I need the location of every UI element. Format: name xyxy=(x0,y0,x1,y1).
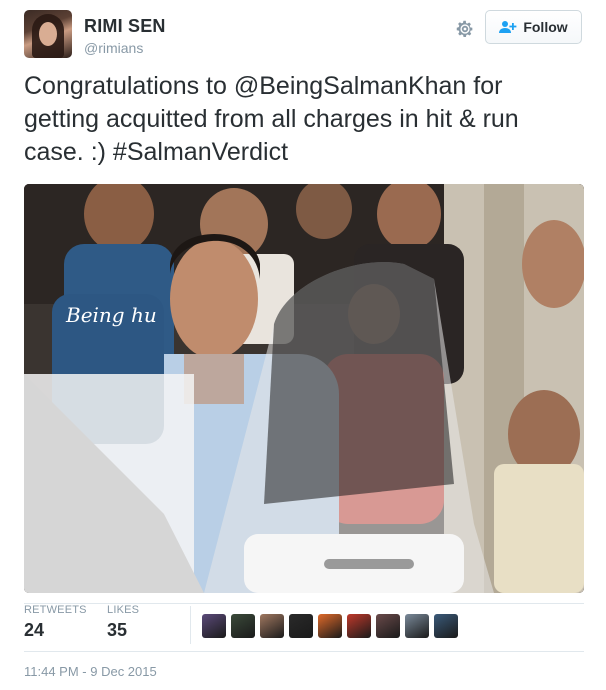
author-handle[interactable]: @rimians xyxy=(84,40,143,56)
liker-avatar[interactable] xyxy=(434,614,458,638)
liker-avatar[interactable] xyxy=(260,614,284,638)
author-name[interactable]: RIMI SEN xyxy=(84,16,166,37)
shirt-text: Being hu xyxy=(65,303,157,327)
divider xyxy=(24,651,584,652)
author-avatar[interactable] xyxy=(24,10,72,58)
follow-button[interactable]: Follow xyxy=(485,10,582,44)
avatar-face xyxy=(39,22,57,46)
likes-count: 35 xyxy=(107,620,128,640)
mention-link[interactable]: @BeingSalmanKhan xyxy=(234,72,466,100)
add-user-icon xyxy=(499,20,517,34)
retweets-label: RETWEETS xyxy=(24,604,87,616)
tweet-header: RIMI SEN @rimians Follow xyxy=(24,10,584,60)
liker-avatar[interactable] xyxy=(318,614,342,638)
stat-separator xyxy=(190,606,191,644)
tweet-text: Congratulations to @BeingSalmanKhan for … xyxy=(24,70,584,169)
likes-stat[interactable]: LIKES 35 xyxy=(107,604,139,641)
likes-label: LIKES xyxy=(107,604,140,616)
tweet-text-part: Congratulations to xyxy=(24,72,234,100)
gear-icon[interactable] xyxy=(454,18,476,40)
liker-avatar[interactable] xyxy=(231,614,255,638)
tweet-timestamp[interactable]: 11:44 PM - 9 Dec 2015 xyxy=(24,664,157,679)
retweets-stat[interactable]: RETWEETS 24 xyxy=(24,604,87,641)
liker-avatar[interactable] xyxy=(376,614,400,638)
tweet-stats: RETWEETS 24 LIKES 35 xyxy=(24,604,584,650)
liker-avatar[interactable] xyxy=(202,614,226,638)
liker-avatar[interactable] xyxy=(289,614,313,638)
follow-label: Follow xyxy=(523,19,568,35)
hashtag-link[interactable]: #SalmanVerdict xyxy=(113,138,288,166)
liker-avatar[interactable] xyxy=(405,614,429,638)
liker-avatar[interactable] xyxy=(347,614,371,638)
retweets-count: 24 xyxy=(24,620,45,640)
tweet-photo[interactable]: Being hu xyxy=(24,184,584,593)
likers-avatars xyxy=(202,614,458,638)
